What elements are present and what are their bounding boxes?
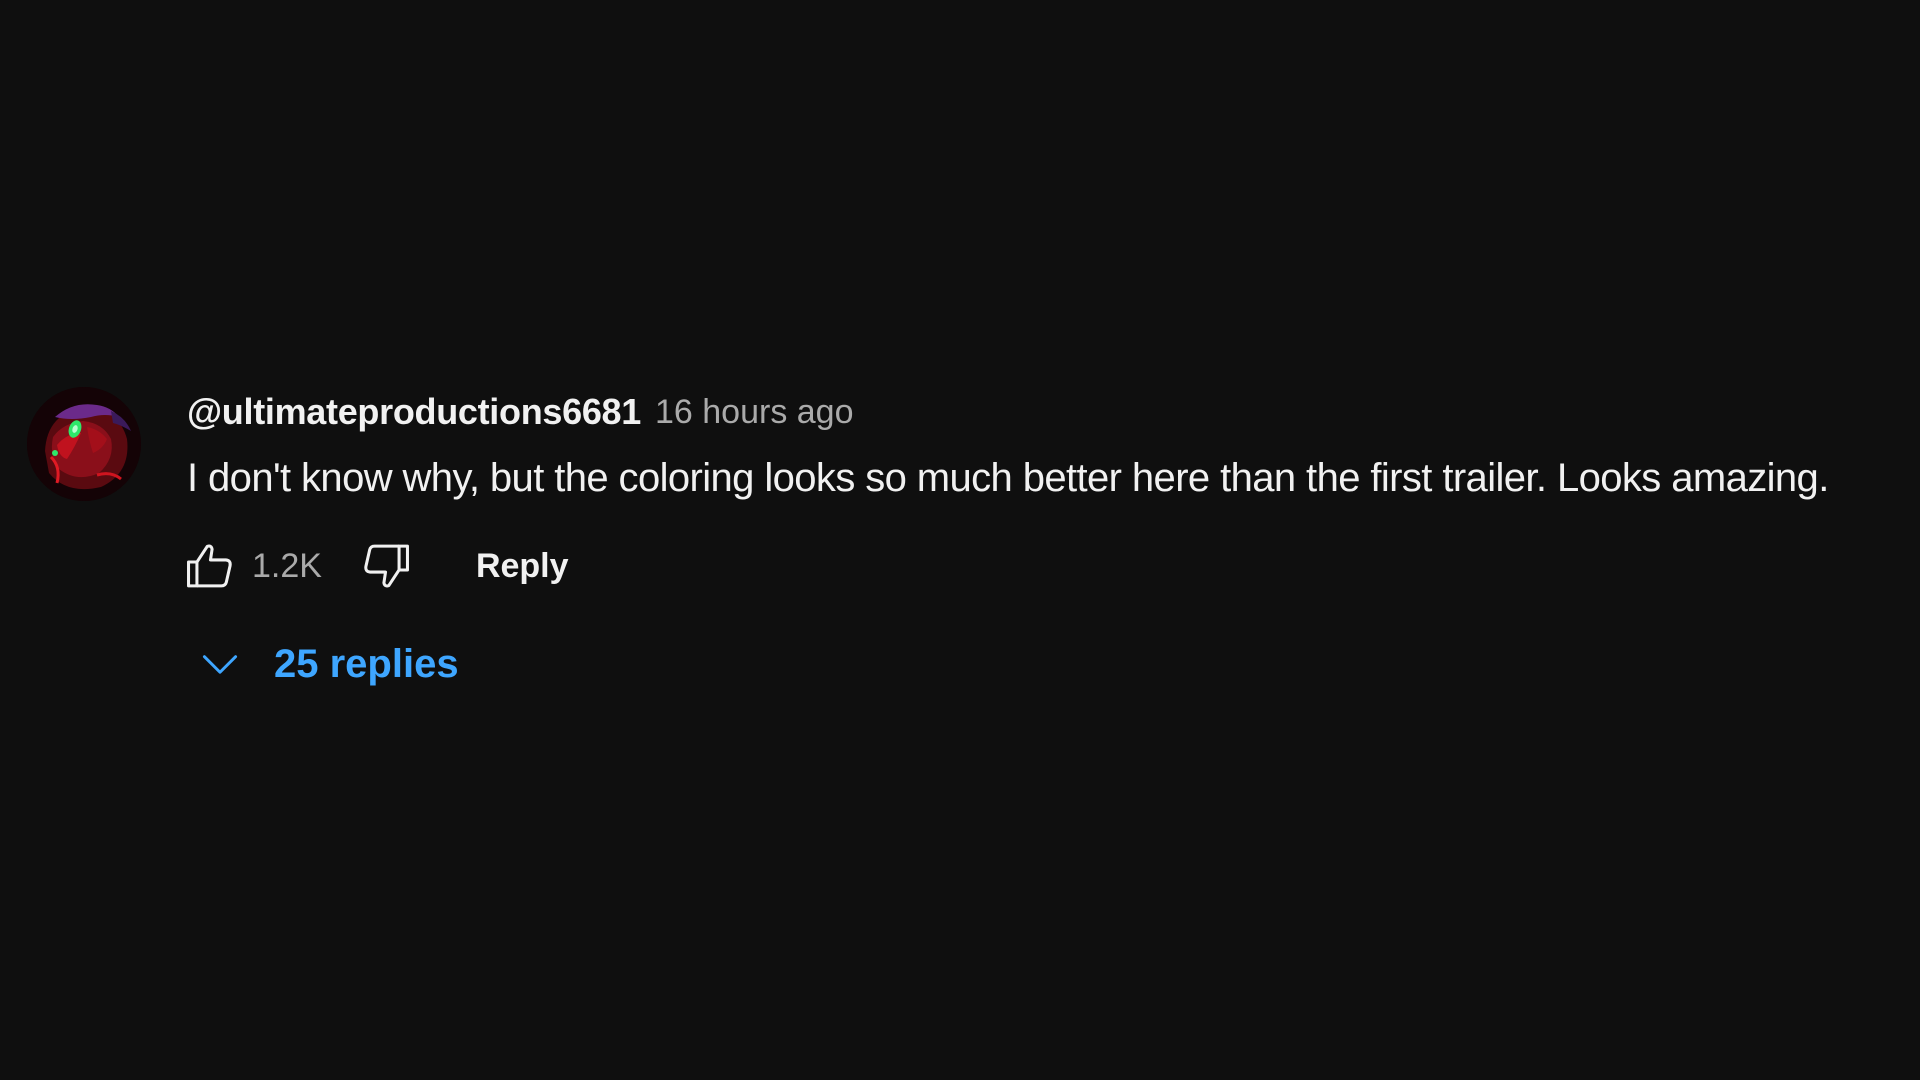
- thumbs-up-icon: [187, 544, 232, 588]
- comment-thread: @ultimateproductions6681 16 hours ago I …: [0, 0, 1920, 1080]
- like-count: 1.2K: [252, 546, 322, 585]
- chevron-down-icon: [196, 640, 244, 688]
- view-replies-button[interactable]: 25 replies: [196, 636, 459, 692]
- replies-count-label: 25 replies: [274, 641, 459, 686]
- comment-actions: 1.2K Reply: [180, 535, 569, 597]
- avatar-image: [27, 387, 141, 501]
- avatar[interactable]: [27, 387, 141, 501]
- author-name[interactable]: @ultimateproductions6681: [187, 391, 641, 433]
- reply-button[interactable]: Reply: [476, 547, 569, 586]
- dislike-button[interactable]: [356, 536, 416, 596]
- comment-text: I don't know why, but the coloring looks…: [187, 456, 1829, 500]
- thumbs-down-icon: [364, 544, 409, 588]
- like-button[interactable]: [180, 536, 240, 596]
- comment-timestamp[interactable]: 16 hours ago: [655, 393, 854, 432]
- comment-header: @ultimateproductions6681 16 hours ago: [187, 389, 854, 435]
